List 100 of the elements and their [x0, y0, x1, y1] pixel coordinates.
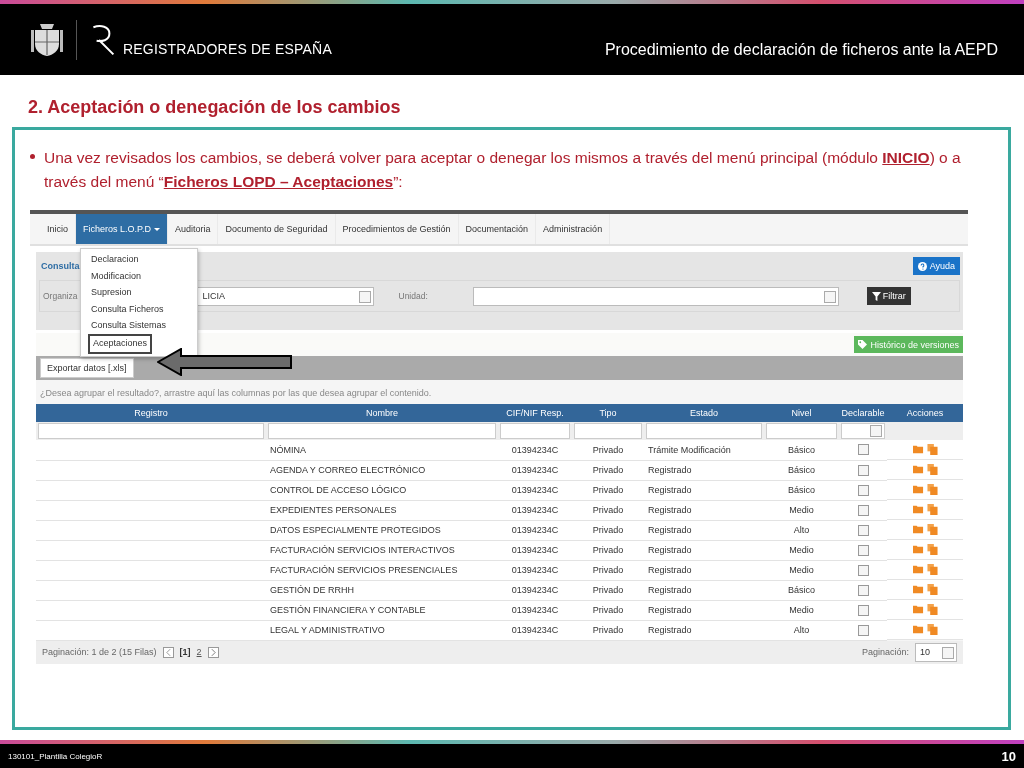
- checkbox[interactable]: [857, 524, 869, 536]
- group-hint: ¿Desea agrupar el resultado?, arrastre aquí las columnas por las que desea agrupar el contenido.: [39, 387, 433, 400]
- column-filter-field[interactable]: [766, 423, 837, 439]
- table-cell: EXPEDIENTES PERSONALES: [266, 500, 498, 520]
- table-cell: Registrado: [644, 540, 764, 560]
- menu-item[interactable]: Modificacion: [81, 267, 197, 284]
- table-cell: FACTURACIÓN SERVICIOS INTERACTIVOS: [266, 540, 498, 560]
- table-cell: 01394234C: [498, 460, 572, 480]
- panel-title: Consulta: [41, 261, 80, 271]
- column-filter-select[interactable]: [841, 423, 885, 439]
- next-page-button[interactable]: [207, 646, 219, 658]
- column-header[interactable]: CIF/NIF Resp.: [498, 404, 572, 422]
- folder-icon[interactable]: [912, 584, 924, 595]
- folder-icon[interactable]: [912, 564, 924, 575]
- unit-select[interactable]: [472, 286, 839, 306]
- copy-icon[interactable]: [926, 604, 938, 615]
- copy-icon[interactable]: [926, 584, 938, 595]
- table-cell: GESTIÓN DE RRHH: [266, 580, 498, 600]
- copy-icon[interactable]: [926, 484, 938, 495]
- section-heading: 2. Aceptación o denegación de los cambios: [28, 97, 402, 118]
- page-link[interactable]: [1]: [179, 647, 191, 657]
- checkbox[interactable]: [857, 624, 869, 636]
- copy-icon[interactable]: [926, 544, 938, 555]
- checkbox[interactable]: [857, 484, 869, 496]
- folder-icon[interactable]: [912, 444, 924, 455]
- menu-item[interactable]: Aceptaciones: [88, 333, 153, 354]
- copy-icon[interactable]: [926, 524, 938, 535]
- bullet-icon: [30, 154, 35, 159]
- table-cell: Registrado: [644, 480, 764, 500]
- page-link[interactable]: 2: [196, 647, 202, 657]
- arrow-icon: [157, 348, 293, 376]
- table-cell: 01394234C: [498, 480, 572, 500]
- nav-tab[interactable]: Documentación: [458, 214, 537, 244]
- column-filter-field[interactable]: [646, 423, 762, 439]
- table-cell: Alto: [764, 520, 839, 540]
- column-header[interactable]: Nombre: [266, 404, 498, 422]
- table-cell: GESTIÓN FINANCIERA Y CONTABLE: [266, 600, 498, 620]
- checkbox[interactable]: [857, 444, 869, 456]
- table-cell: Registrado: [644, 560, 764, 580]
- nav-tab[interactable]: Administración: [536, 214, 611, 244]
- column-header[interactable]: Tipo: [572, 404, 644, 422]
- column-filter-field[interactable]: [500, 423, 570, 439]
- folder-icon[interactable]: [912, 624, 924, 635]
- table-cell: Registrado: [644, 600, 764, 620]
- field-label: Organiza: [43, 291, 78, 301]
- table-cell: Básico: [764, 480, 839, 500]
- menu-item[interactable]: Consulta Sistemas: [81, 317, 197, 334]
- folder-icon[interactable]: [912, 524, 924, 535]
- table-cell: DATOS ESPECIALMENTE PROTEGIDOS: [266, 520, 498, 540]
- export-button[interactable]: Exportar datos [.xls]: [40, 358, 134, 378]
- folder-icon[interactable]: [912, 544, 924, 555]
- folder-icon[interactable]: [912, 464, 924, 475]
- column-filter-field[interactable]: [268, 423, 496, 439]
- checkbox[interactable]: [857, 564, 869, 576]
- nav-tab[interactable]: Auditoria: [167, 214, 219, 244]
- table-cell: 01394234C: [498, 560, 572, 580]
- filter-button[interactable]: Filtrar: [866, 287, 911, 305]
- table-cell: Trámite Modificación: [644, 440, 764, 460]
- table-cell: Registrado: [644, 460, 764, 480]
- nav-tab[interactable]: Procedimientos de Gestión: [335, 214, 459, 244]
- help-button[interactable]: Ayuda: [912, 257, 960, 275]
- table-cell: Registrado: [644, 620, 764, 640]
- checkbox[interactable]: [857, 504, 869, 516]
- column-header[interactable]: Nivel: [764, 404, 839, 422]
- table-cell: Privado: [572, 620, 644, 640]
- table-cell: Privado: [572, 580, 644, 600]
- logo-mark-icon: [91, 22, 115, 57]
- column-header[interactable]: Registro: [36, 404, 266, 422]
- checkbox[interactable]: [857, 584, 869, 596]
- table-cell: Privado: [572, 440, 644, 460]
- folder-icon[interactable]: [912, 484, 924, 495]
- nav-tab[interactable]: Ficheros L.O.P.D: [76, 214, 168, 244]
- table-cell: NÓMINA: [266, 440, 498, 460]
- copy-icon[interactable]: [926, 444, 938, 455]
- column-header[interactable]: Declarable: [839, 404, 887, 422]
- checkbox[interactable]: [857, 604, 869, 616]
- column-filter-field[interactable]: [574, 423, 642, 439]
- table-cell: Medio: [764, 540, 839, 560]
- table-cell: Registrado: [644, 520, 764, 540]
- previous-page-button[interactable]: [162, 646, 174, 658]
- folder-icon[interactable]: [912, 504, 924, 515]
- column-header[interactable]: Estado: [644, 404, 764, 422]
- copy-icon[interactable]: [926, 564, 938, 575]
- nav-tab[interactable]: Documento de Seguridad: [218, 214, 336, 244]
- folder-icon[interactable]: [912, 604, 924, 615]
- table-cell: 01394234C: [498, 440, 572, 460]
- checkbox[interactable]: [857, 464, 869, 476]
- page-number: 10: [1001, 748, 1016, 764]
- column-header[interactable]: Acciones: [887, 404, 963, 422]
- copy-icon[interactable]: [926, 624, 938, 635]
- menu-item[interactable]: Declaracion: [81, 251, 197, 268]
- copy-icon[interactable]: [926, 504, 938, 515]
- table-cell: Privado: [572, 560, 644, 580]
- table-cell: Medio: [764, 560, 839, 580]
- table-cell: Privado: [572, 520, 644, 540]
- page-size-select[interactable]: 10: [915, 642, 957, 662]
- checkbox[interactable]: [857, 544, 869, 556]
- column-filter-field[interactable]: [38, 423, 264, 439]
- table-cell: Básico: [764, 440, 839, 460]
- copy-icon[interactable]: [926, 464, 938, 475]
